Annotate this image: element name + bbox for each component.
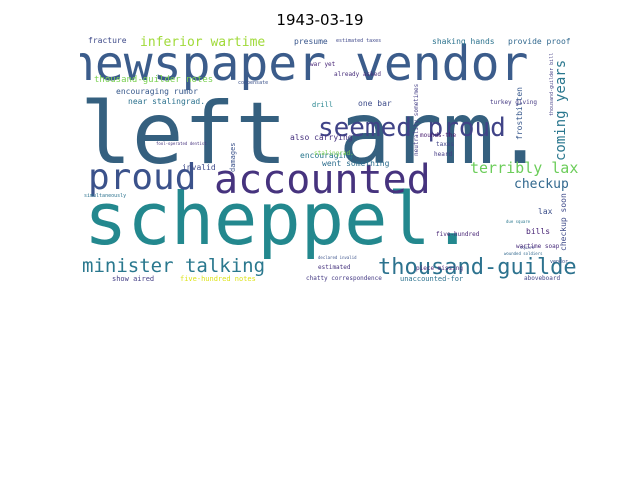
cloud-word: damages — [229, 142, 237, 172]
cloud-word: five-hundred — [436, 231, 480, 238]
cloud-word: turkey giving — [490, 99, 537, 106]
cloud-word: drill — [312, 101, 334, 109]
cloud-word: show aired — [112, 275, 155, 283]
word-cloud: left arm. scheppel. newspaper vendor acc… — [80, 36, 580, 286]
cloud-word: estimated taxes — [336, 38, 382, 44]
cloud-word: frostbitten — [515, 87, 524, 140]
cloud-word: wounded soldiers — [504, 251, 543, 256]
cloud-word: provide proof — [508, 37, 571, 46]
cloud-word: also carrying — [290, 133, 353, 142]
cloud-word: already asked — [334, 71, 381, 78]
cloud-word: encouraging rumor — [116, 87, 198, 96]
cloud-word: invalid — [182, 163, 216, 172]
cloud-word: proud — [88, 157, 197, 198]
cloud-word: mounds-the — [420, 132, 457, 139]
cloud-word: simultaneously — [84, 193, 127, 199]
cloud-word: compensate — [238, 80, 269, 86]
cloud-word: terribly lax — [470, 159, 579, 177]
cloud-word: lax — [538, 207, 553, 216]
cloud-word: war yet — [310, 61, 336, 68]
cloud-word: thousand-guilder notes — [94, 75, 214, 85]
cloud-word: due square — [506, 219, 531, 224]
cloud-word: vendor — [550, 259, 569, 265]
cloud-word: unaccounted-for — [400, 275, 464, 283]
cloud-word: thousand-guilder bill — [549, 52, 555, 116]
cloud-word: stalingrad. — [314, 150, 354, 157]
cloud-word: fracture — [88, 36, 127, 45]
cloud-word: coming years — [553, 59, 569, 161]
cloud-word: checkup soon — [559, 193, 568, 251]
cloud-word: square — [520, 245, 535, 250]
cloud-word: checkup — [514, 177, 569, 192]
cloud-word: piece missing — [416, 265, 463, 272]
cloud-word: minister talking — [82, 255, 266, 277]
cloud-word: one bar — [358, 99, 392, 108]
cloud-word: estimated — [318, 264, 351, 271]
cloud-word: near stalingrad. — [128, 97, 206, 106]
figure-title: 1943-03-19 — [276, 11, 364, 29]
cloud-word: fool-operated dentist — [156, 141, 207, 146]
cloud-word: neutrality sometimes — [413, 83, 420, 156]
cloud-word: taxes — [436, 141, 455, 148]
cloud-word: went something — [322, 159, 390, 168]
cloud-word: aboveboard — [524, 275, 561, 282]
cloud-word: bills — [526, 227, 551, 236]
cloud-word: five-hundred notes — [180, 275, 256, 283]
cloud-word: shaking hands — [432, 37, 495, 46]
cloud-word: declared invalid — [318, 255, 357, 260]
cloud-word: presume — [294, 37, 328, 46]
cloud-word: chatty correspondence — [306, 275, 382, 282]
cloud-word: inferior wartime — [140, 36, 266, 50]
cloud-word: heard — [434, 151, 453, 158]
